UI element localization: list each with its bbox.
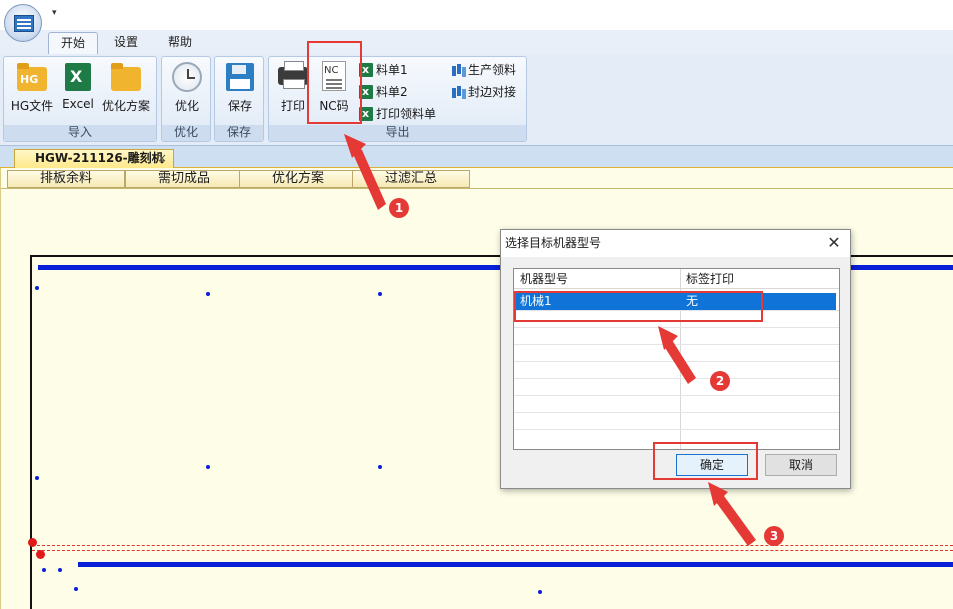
group-save: 保存 保存 xyxy=(214,56,264,142)
dialog-title: 选择目标机器型号 xyxy=(501,230,850,257)
bom2-button[interactable]: 料单2 xyxy=(359,83,408,101)
row-divider xyxy=(514,412,839,413)
excel-label: Excel xyxy=(62,97,94,111)
floppy-disk-icon xyxy=(226,63,254,91)
subtab-divider xyxy=(1,188,953,189)
tab-home[interactable]: 开始 xyxy=(48,32,99,54)
row-divider xyxy=(514,395,839,396)
print-label: 打印 xyxy=(280,99,305,113)
print-material-list-label: 打印领料单 xyxy=(376,107,437,121)
group-import-label: 导入 xyxy=(4,125,156,141)
close-tab-icon[interactable]: × xyxy=(157,150,167,167)
edge-banding-label: 封边对接 xyxy=(468,85,517,99)
annotation-badge-1: 1 xyxy=(389,198,409,218)
column-header-label-print[interactable]: 标签打印 xyxy=(682,271,734,288)
group-optimize: 优化 优化 xyxy=(161,56,211,142)
optimization-plan-button[interactable]: 优化方案 xyxy=(98,61,154,114)
annotation-badge-2: 2 xyxy=(710,371,730,391)
subtab-filter-summary[interactable]: 过滤汇总 xyxy=(352,170,470,188)
document-tab-title: HGW-211126-雕刻机 xyxy=(35,151,164,165)
row-divider xyxy=(514,361,839,362)
drill-point xyxy=(206,292,210,296)
confirm-button-highlight xyxy=(653,442,758,480)
printer-icon xyxy=(278,61,308,89)
origin-marker xyxy=(28,538,37,547)
drill-point xyxy=(378,292,382,296)
drill-point xyxy=(58,568,62,572)
group-save-label: 保存 xyxy=(215,125,263,141)
subtab-cut-products[interactable]: 需切成品 xyxy=(125,170,243,188)
app-logo-icon xyxy=(14,15,34,32)
application-menu-button[interactable] xyxy=(4,4,42,42)
quick-access-dropdown-icon[interactable]: ▾ xyxy=(52,8,57,18)
board-bottom-edge xyxy=(78,562,953,567)
production-material-button[interactable]: 生产领料 xyxy=(451,61,516,79)
save-label: 保存 xyxy=(227,99,252,113)
optimize-button[interactable]: 优化 xyxy=(170,61,204,114)
drill-point xyxy=(42,568,46,572)
clock-icon xyxy=(172,62,202,92)
group-export-label: 导出 xyxy=(269,125,526,141)
bom2-label: 料单2 xyxy=(376,85,408,99)
selected-row-highlight xyxy=(514,291,763,322)
tab-help[interactable]: 帮助 xyxy=(156,32,204,54)
optimization-plan-label: 优化方案 xyxy=(101,99,150,113)
document-tab[interactable]: HGW-211126-雕刻机 × xyxy=(14,149,174,168)
tab-settings[interactable]: 设置 xyxy=(102,32,150,54)
edge-banding-button[interactable]: 封边对接 xyxy=(451,83,516,101)
bar-chart-icon xyxy=(451,63,465,77)
drill-point xyxy=(35,476,39,480)
close-icon[interactable]: ✕ xyxy=(824,232,844,254)
subtab-remnant[interactable]: 排板余料 xyxy=(7,170,125,188)
production-material-label: 生产领料 xyxy=(468,63,517,77)
subtab-optimization-plan[interactable]: 优化方案 xyxy=(239,170,357,188)
hg-folder-icon: HG xyxy=(17,63,47,91)
save-button[interactable]: 保存 xyxy=(223,61,257,114)
plan-folder-icon xyxy=(111,63,141,91)
hg-file-label: HG文件 xyxy=(10,99,54,113)
print-material-list-button[interactable]: 打印领料单 xyxy=(359,105,436,123)
excel-icon xyxy=(65,63,91,91)
title-bar: ▾ xyxy=(0,0,953,42)
group-optimize-label: 优化 xyxy=(162,125,210,141)
nc-button-highlight xyxy=(307,41,362,124)
drill-point xyxy=(74,587,78,591)
column-header-machine[interactable]: 机器型号 xyxy=(516,271,568,288)
bar-chart-icon xyxy=(451,85,465,99)
row-divider xyxy=(514,327,839,328)
group-import: HG HG文件 Excel 优化方案 导入 xyxy=(3,56,157,142)
bom1-button[interactable]: 料单1 xyxy=(359,61,408,79)
annotation-badge-3: 3 xyxy=(764,526,784,546)
origin-marker xyxy=(36,550,45,559)
row-divider xyxy=(514,378,839,379)
cancel-button[interactable]: 取消 xyxy=(765,454,837,476)
drill-point xyxy=(35,286,39,290)
print-button[interactable]: 打印 xyxy=(275,61,311,114)
drill-point xyxy=(206,465,210,469)
row-divider xyxy=(514,429,839,430)
document-tab-strip: HGW-211126-雕刻机 × xyxy=(0,146,953,168)
cut-line xyxy=(32,545,953,546)
hg-file-button[interactable]: HG HG文件 xyxy=(8,61,56,114)
row-divider xyxy=(514,344,839,345)
drill-point xyxy=(538,590,542,594)
table-header: 机器型号 标签打印 xyxy=(514,269,839,289)
drill-point xyxy=(378,465,382,469)
excel-button[interactable]: Excel xyxy=(58,61,98,111)
cut-line xyxy=(32,550,953,551)
ribbon: HG HG文件 Excel 优化方案 导入 优化 优化 保存 保存 打印 xyxy=(0,54,953,146)
ribbon-tab-row: 开始 设置 帮助 xyxy=(0,30,953,54)
bom1-label: 料单1 xyxy=(376,63,408,77)
optimize-label: 优化 xyxy=(174,99,199,113)
